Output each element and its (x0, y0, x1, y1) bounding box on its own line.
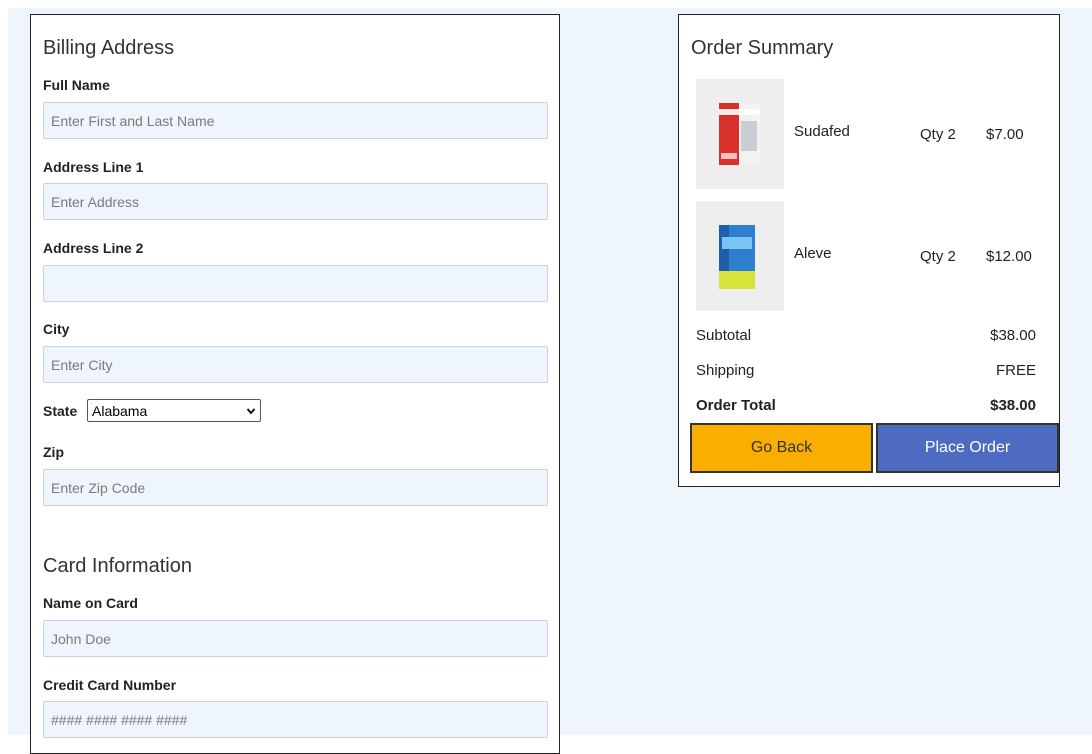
product-thumbnail-aleve (696, 201, 784, 311)
item-price-sudafed: $7.00 (986, 126, 1024, 143)
address-line-1-label: Address Line 1 (43, 159, 144, 175)
place-order-button[interactable]: Place Order (876, 423, 1059, 473)
address-line-2-label: Address Line 2 (43, 240, 144, 256)
state-selected-value: Alabama (92, 402, 148, 419)
zip-label: Zip (43, 444, 64, 460)
order-total-value: $38.00 (990, 397, 1036, 414)
credit-card-number-label: Credit Card Number (43, 677, 177, 693)
aleve-box-icon (719, 225, 755, 289)
subtotal-value: $38.00 (990, 327, 1036, 344)
city-label: City (43, 321, 70, 337)
chevron-down-icon (246, 407, 256, 414)
address-line-1-input[interactable] (43, 183, 548, 220)
credit-card-number-input[interactable] (43, 701, 548, 738)
name-on-card-label: Name on Card (43, 595, 138, 611)
full-name-label: Full Name (43, 77, 110, 93)
city-input[interactable] (43, 346, 548, 383)
state-label: State (43, 403, 78, 419)
address-line-2-input[interactable] (43, 265, 548, 302)
shipping-label: Shipping (696, 362, 755, 379)
order-summary-title: Order Summary (691, 37, 834, 59)
product-thumbnail-sudafed (696, 79, 784, 189)
zip-input[interactable] (43, 469, 548, 506)
full-name-input[interactable] (43, 102, 548, 139)
billing-address-title: Billing Address (43, 37, 175, 59)
item-qty-aleve: Qty 2 (920, 248, 956, 265)
sudafed-box-icon (719, 103, 761, 165)
order-total-label: Order Total (696, 397, 776, 414)
shipping-value: FREE (995, 362, 1036, 379)
item-name-sudafed: Sudafed (794, 123, 850, 140)
state-select[interactable]: Alabama (87, 399, 261, 422)
item-qty-sudafed: Qty 2 (920, 126, 956, 143)
order-summary-panel: Order Summary Sudafed Qty 2 $7.00 Aleve … (678, 14, 1060, 487)
item-price-aleve: $12.00 (986, 248, 1032, 265)
billing-form-panel: Billing Address Full Name Address Line 1… (30, 14, 560, 754)
go-back-button[interactable]: Go Back (690, 423, 873, 473)
subtotal-label: Subtotal (696, 327, 752, 344)
card-information-title: Card Information (43, 555, 192, 577)
name-on-card-input[interactable] (43, 620, 548, 657)
item-name-aleve: Aleve (794, 245, 832, 262)
